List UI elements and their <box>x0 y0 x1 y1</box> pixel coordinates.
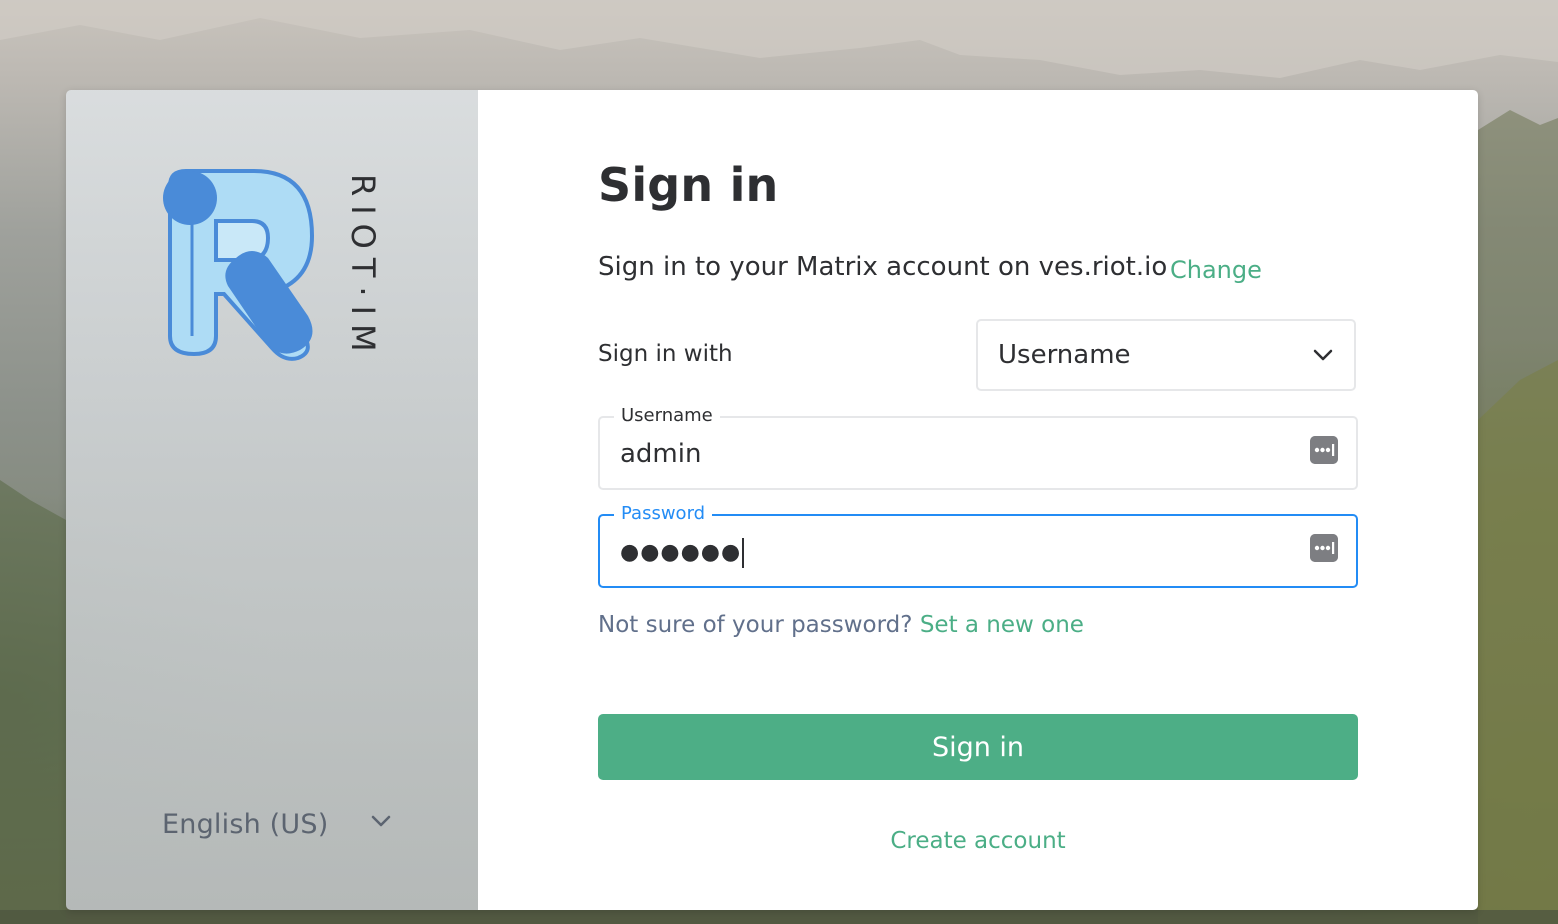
password-field[interactable]: Password ●●●●●● <box>598 502 1358 588</box>
language-label: English (US) <box>162 808 329 840</box>
password-value: ●●●●●● <box>620 537 745 569</box>
chevron-down-icon <box>1313 349 1333 361</box>
forgot-password-row: Not sure of your password? Set a new one <box>598 612 1084 638</box>
login-card: RIOT·IM English (US) Sign in Sign in to … <box>66 90 1478 910</box>
brand-wordmark: RIOT·IM <box>344 174 382 361</box>
riot-logo: RIOT·IM <box>163 169 382 361</box>
text-caret <box>742 538 745 568</box>
username-field[interactable]: Username admin <box>598 404 1358 490</box>
logo-dot <box>163 171 217 225</box>
login-form-panel: Sign in Sign in to your Matrix account o… <box>478 90 1478 910</box>
set-new-password-link[interactable]: Set a new one <box>920 612 1084 638</box>
server-description: Sign in to your Matrix account on ves.ri… <box>598 252 1168 282</box>
username-label: Username <box>614 404 720 428</box>
sign-in-with-label: Sign in with <box>598 341 733 367</box>
forgot-password-text: Not sure of your password? <box>598 612 913 638</box>
login-method-value: Username <box>998 340 1131 370</box>
password-label: Password <box>614 502 713 526</box>
language-selector[interactable]: English (US) <box>162 802 392 846</box>
create-account-link[interactable]: Create account <box>598 828 1358 854</box>
page-title: Sign in <box>598 158 779 212</box>
password-manager-icon[interactable] <box>1310 436 1338 464</box>
branding-panel: RIOT·IM English (US) <box>66 90 478 910</box>
password-manager-icon[interactable] <box>1310 534 1338 562</box>
change-server-link[interactable]: Change <box>1170 256 1262 284</box>
sign-in-button[interactable]: Sign in <box>598 714 1358 780</box>
login-method-select[interactable]: Username <box>976 319 1356 391</box>
chevron-down-icon <box>371 815 391 827</box>
username-value: admin <box>620 439 702 469</box>
